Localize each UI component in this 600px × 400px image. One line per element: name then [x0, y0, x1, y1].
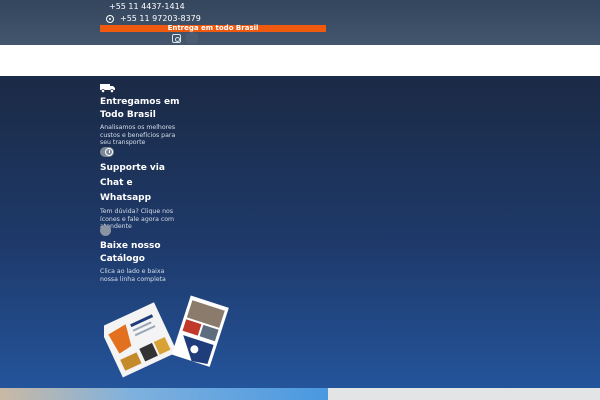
instagram-icon[interactable]: [172, 34, 181, 43]
feature-catalog: Baixe nosso Catálogo Clica ao lado e bai…: [100, 240, 180, 283]
feature-title: Supporte via Chat e Whatsapp: [100, 163, 165, 203]
clock-icon[interactable]: [100, 147, 114, 157]
feature-title: Baixe nosso Catálogo: [100, 241, 161, 264]
download-icon[interactable]: [100, 225, 111, 236]
feature-delivery: Entregamos em Todo Brasil Analisamos os …: [100, 96, 180, 147]
top-bar: +55 11 4437-1414 +55 11 97203-8379 Entre…: [0, 0, 600, 45]
gray-panel: [328, 388, 600, 400]
whatsapp-icon: [106, 14, 114, 23]
bottom-strip: [0, 388, 600, 400]
hero-image-strip: [0, 388, 328, 400]
feature-text: Clica ao lado e baixa nossa linha comple…: [100, 268, 166, 283]
delivery-banner-text: Entrega em todo Brasil: [167, 24, 259, 32]
truck-icon: [100, 84, 115, 93]
feature-text: Tem dúvida? Clique nos ícones e fale ago…: [100, 208, 175, 230]
catalog-brochure-image[interactable]: [104, 290, 234, 390]
feature-title: Entregamos em Todo Brasil: [100, 97, 180, 120]
whatsapp-contact[interactable]: +55 11 97203-8379: [106, 14, 201, 23]
whatsapp-number[interactable]: +55 11 97203-8379: [120, 14, 201, 23]
social-icon-placeholder[interactable]: [185, 32, 199, 44]
phone-number[interactable]: +55 11 4437-1414: [109, 2, 185, 11]
feature-text: Analisamos os melhores custos e benefíci…: [100, 124, 176, 146]
feature-support: Supporte via Chat e Whatsapp Tem dúvida?…: [100, 161, 180, 231]
features-section: [0, 76, 600, 388]
